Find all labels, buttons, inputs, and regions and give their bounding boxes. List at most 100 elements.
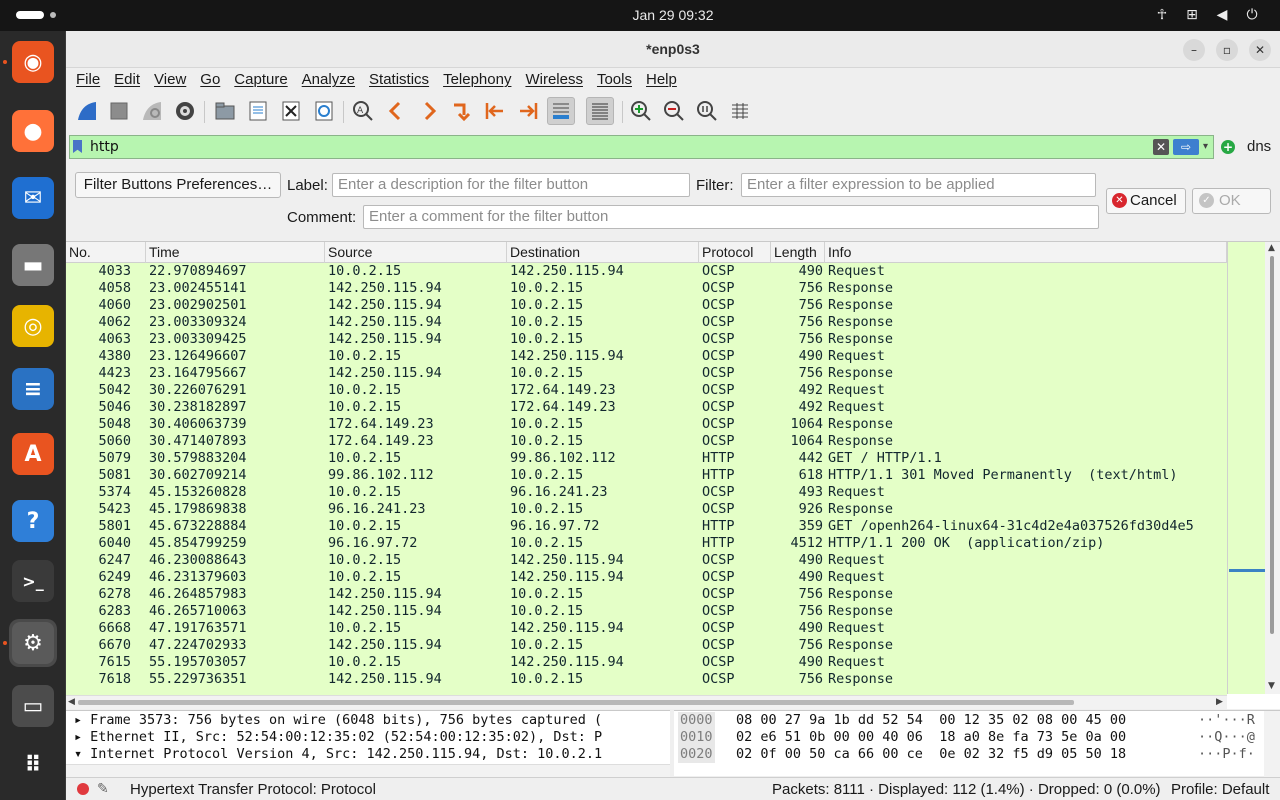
column-header-protocol[interactable]: Protocol: [699, 242, 771, 263]
column-header-destination[interactable]: Destination: [507, 242, 699, 263]
first-packet-icon[interactable]: [481, 97, 509, 125]
volume-icon[interactable]: ◀: [1214, 6, 1230, 24]
column-header-no[interactable]: No.: [66, 242, 146, 263]
packet-row[interactable]: 6249 46.231379603 10.0.2.15 142.250.115.94 O…: [66, 569, 1227, 586]
dock-firefox[interactable]: ●: [9, 107, 57, 155]
display-filter-input[interactable]: http: [69, 135, 1214, 159]
packet-row[interactable]: 5801 45.673228884 10.0.2.15 96.16.97.72 HTTP…: [66, 518, 1227, 535]
column-header-time[interactable]: Time: [146, 242, 325, 263]
menu-analyze[interactable]: Analyze: [302, 68, 355, 92]
auto-scroll-icon[interactable]: [547, 97, 575, 125]
details-horizontal-scrollbar[interactable]: [66, 764, 670, 777]
packet-row[interactable]: 7615 55.195703057 10.0.2.15 142.250.115.94 O…: [66, 654, 1227, 671]
packet-row[interactable]: 5081 30.602709214 99.86.102.112 10.0.2.15 HT…: [66, 467, 1227, 484]
stop-capture-icon[interactable]: [105, 97, 133, 125]
packet-row[interactable]: 5374 45.153260828 10.0.2.15 96.16.241.23 OCS…: [66, 484, 1227, 501]
status-profile[interactable]: Profile: Default: [1171, 781, 1269, 798]
dock-thunderbird[interactable]: ✉: [9, 174, 57, 222]
packet-row[interactable]: 7618 55.229736351 142.250.115.94 10.0.2.15 O…: [66, 671, 1227, 688]
menu-statistics[interactable]: Statistics: [369, 68, 429, 92]
packet-row[interactable]: 4063 23.003309425 142.250.115.94 10.0.2.15 O…: [66, 331, 1227, 348]
dock-terminal[interactable]: >_: [9, 557, 57, 605]
zoom-in-icon[interactable]: [627, 97, 655, 125]
packet-row[interactable]: 4033 22.970894697 10.0.2.15 142.250.115.94 O…: [66, 263, 1227, 280]
find-packet-icon[interactable]: A: [349, 97, 377, 125]
colorize-icon[interactable]: [586, 97, 614, 125]
column-header-length[interactable]: Length: [771, 242, 825, 263]
packet-row[interactable]: 5079 30.579883204 10.0.2.15 99.86.102.112 HT…: [66, 450, 1227, 467]
vertical-scroll-thumb[interactable]: [1270, 256, 1274, 634]
menu-wireless[interactable]: Wireless: [525, 68, 583, 92]
add-filter-button-icon[interactable]: +: [1221, 140, 1235, 154]
filter-history-dropdown-icon[interactable]: ▾: [1203, 139, 1213, 155]
packet-row[interactable]: 5423 45.179869838 96.16.241.23 10.0.2.15 OCS…: [66, 501, 1227, 518]
resize-columns-icon[interactable]: [726, 97, 754, 125]
packet-row[interactable]: 4062 23.003309324 142.250.115.94 10.0.2.15 O…: [66, 314, 1227, 331]
menu-go[interactable]: Go: [200, 68, 220, 92]
close-file-icon[interactable]: [277, 97, 305, 125]
scroll-left-icon[interactable]: ◀: [68, 697, 75, 707]
packet-row[interactable]: 6278 46.264857983 142.250.115.94 10.0.2.15 O…: [66, 586, 1227, 603]
close-button[interactable]: ✕: [1249, 39, 1271, 61]
packet-row[interactable]: 5048 30.406063739 172.64.149.23 10.0.2.15 OC…: [66, 416, 1227, 433]
go-to-packet-icon[interactable]: [448, 97, 476, 125]
open-file-icon[interactable]: [211, 97, 239, 125]
minimize-button[interactable]: –: [1183, 39, 1205, 61]
expanded-arrow-icon[interactable]: ▾: [74, 746, 82, 762]
packet-row[interactable]: 6040 45.854799259 96.16.97.72 10.0.2.15 HTTP…: [66, 535, 1227, 552]
packet-row[interactable]: 5060 30.471407893 172.64.149.23 10.0.2.15 OC…: [66, 433, 1227, 450]
maximize-button[interactable]: ▫: [1216, 39, 1238, 61]
system-tray[interactable]: ☥ ⊞ ◀ ⏻: [1154, 6, 1260, 24]
menu-telephony[interactable]: Telephony: [443, 68, 511, 92]
filter-buttons-preferences-button[interactable]: Filter Buttons Preferences…: [75, 172, 281, 198]
detail-tree-item[interactable]: ▾ Internet Protocol Version 4, Src: 142.2…: [74, 746, 602, 763]
clear-filter-icon[interactable]: ✕: [1153, 139, 1169, 155]
dock-help[interactable]: ?: [9, 497, 57, 545]
start-capture-icon[interactable]: [73, 97, 101, 125]
bytes-vertical-scrollbar[interactable]: [1264, 711, 1280, 777]
packet-row[interactable]: 5042 30.226076291 10.0.2.15 172.64.149.23 OC…: [66, 382, 1227, 399]
menu-tools[interactable]: Tools: [597, 68, 632, 92]
detail-tree-item[interactable]: ▸ Ethernet II, Src: 52:54:00:12:35:02 (52…: [74, 729, 602, 746]
zoom-out-icon[interactable]: [660, 97, 688, 125]
label-input[interactable]: Enter a description for the filter butto…: [332, 173, 690, 197]
dock-ubuntu-installer[interactable]: ◉: [9, 38, 57, 86]
network-icon[interactable]: ⊞: [1184, 6, 1200, 24]
packet-row[interactable]: 4423 23.164795667 142.250.115.94 10.0.2.15 O…: [66, 365, 1227, 382]
packet-list-vertical-scrollbar[interactable]: ▲ ▼: [1265, 242, 1280, 694]
collapsed-arrow-icon[interactable]: ▸: [74, 712, 82, 728]
horizontal-scroll-thumb[interactable]: [78, 700, 1074, 705]
filter-expression-input[interactable]: Enter a filter expression to be applied: [741, 173, 1096, 197]
packet-row[interactable]: 6283 46.265710063 142.250.115.94 10.0.2.15 O…: [66, 603, 1227, 620]
menu-file[interactable]: File: [76, 68, 100, 92]
dock-disk[interactable]: ▭: [9, 682, 57, 730]
packet-row[interactable]: 5046 30.238182897 10.0.2.15 172.64.149.23 OC…: [66, 399, 1227, 416]
cancel-button[interactable]: ✕ Cancel: [1106, 188, 1186, 214]
dock-app-center[interactable]: A: [9, 430, 57, 478]
scroll-up-icon[interactable]: ▲: [1268, 243, 1275, 253]
packet-minimap[interactable]: [1227, 242, 1265, 694]
packet-row[interactable]: 4058 23.002455141 142.250.115.94 10.0.2.15 O…: [66, 280, 1227, 297]
packet-list-horizontal-scrollbar[interactable]: ◀ ▶: [66, 695, 1227, 709]
restart-capture-icon[interactable]: [138, 97, 166, 125]
detail-tree-item[interactable]: ▸ Frame 3573: 756 bytes on wire (6048 bit…: [74, 712, 602, 729]
power-icon[interactable]: ⏻: [1244, 6, 1260, 24]
ok-button[interactable]: ✓ OK: [1192, 188, 1271, 214]
dock-rhythmbox[interactable]: ◎: [9, 302, 57, 350]
dock-libreoffice-writer[interactable]: ≡: [9, 365, 57, 413]
menu-capture[interactable]: Capture: [234, 68, 287, 92]
normal-size-icon[interactable]: [693, 97, 721, 125]
reload-file-icon[interactable]: [310, 97, 338, 125]
column-header-info[interactable]: Info: [825, 242, 1227, 263]
last-packet-icon[interactable]: [514, 97, 542, 125]
menu-view[interactable]: View: [154, 68, 186, 92]
packet-row[interactable]: 4380 23.126496607 10.0.2.15 142.250.115.94 O…: [66, 348, 1227, 365]
capture-options-icon[interactable]: [171, 97, 199, 125]
column-header-source[interactable]: Source: [325, 242, 507, 263]
go-forward-icon[interactable]: [415, 97, 443, 125]
dock-files[interactable]: ▬: [9, 241, 57, 289]
capture-comment-icon[interactable]: ✎: [97, 780, 109, 797]
menu-edit[interactable]: Edit: [114, 68, 140, 92]
comment-input[interactable]: Enter a comment for the filter button: [363, 205, 1099, 229]
save-file-icon[interactable]: [244, 97, 272, 125]
